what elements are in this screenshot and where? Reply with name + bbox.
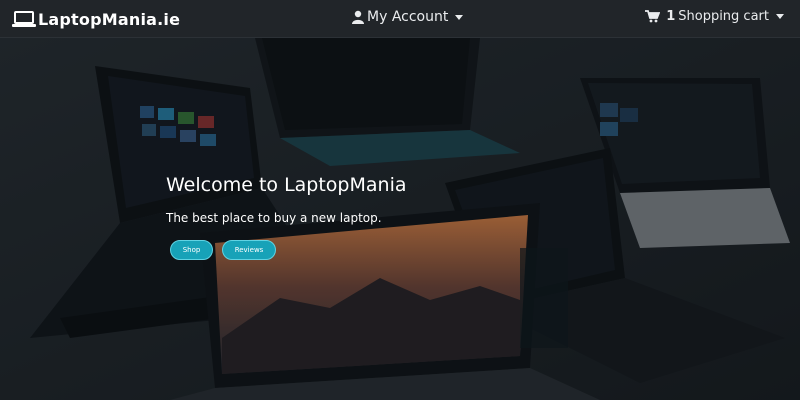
my-account-label: My Account (367, 9, 449, 25)
brand-link[interactable]: LaptopMania.ie (12, 8, 180, 30)
chevron-down-icon (455, 14, 464, 20)
cart-icon (645, 10, 661, 23)
laptop-icon (12, 11, 36, 27)
my-account-dropdown[interactable]: My Account (352, 9, 464, 25)
top-navbar: LaptopMania.ie My Account 1 Shopping car… (0, 0, 800, 38)
hero-title: Welcome to LaptopMania (166, 174, 407, 196)
reviews-button[interactable]: Reviews (222, 240, 276, 260)
hero-subtitle: The best place to buy a new laptop. (166, 211, 382, 225)
user-icon (352, 10, 364, 24)
shop-button[interactable]: Shop (170, 240, 213, 260)
cart-count: 1 (666, 9, 676, 24)
hero-overlay (0, 38, 800, 400)
hero-banner: Welcome to LaptopMania The best place to… (0, 38, 800, 400)
cart-label: Shopping cart (678, 9, 769, 24)
chevron-down-icon (776, 14, 784, 19)
brand-name: LaptopMania.ie (38, 9, 181, 29)
shopping-cart-dropdown[interactable]: 1 Shopping cart (645, 9, 784, 24)
